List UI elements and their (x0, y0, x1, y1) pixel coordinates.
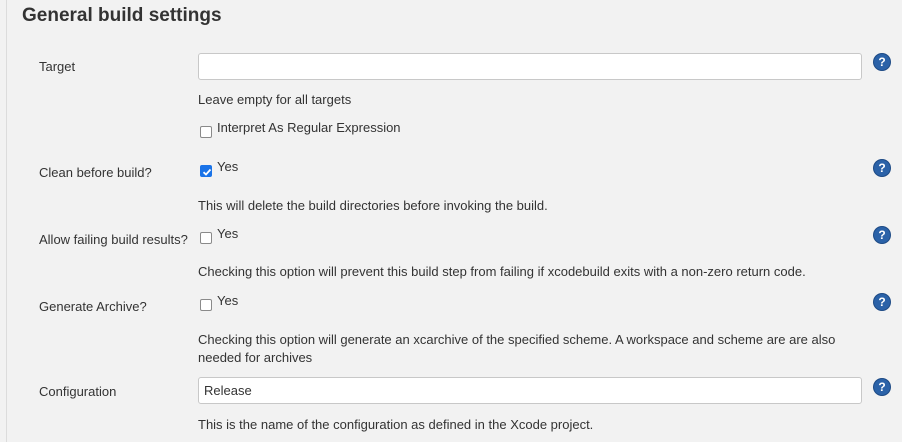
clean-option-label: Yes (217, 159, 239, 174)
archive-option-label: Yes (217, 293, 239, 308)
clean-label: Clean before build? (39, 165, 152, 180)
help-glyph: ? (878, 380, 886, 394)
help-glyph: ? (878, 161, 886, 175)
help-glyph: ? (878, 295, 886, 309)
allow-failing-label: Allow failing build results? (39, 232, 188, 247)
clean-help-text: This will delete the build directories b… (198, 198, 548, 213)
section-divider (6, 0, 7, 442)
target-input[interactable] (198, 53, 862, 80)
help-glyph: ? (878, 55, 886, 69)
configuration-input[interactable] (198, 377, 862, 404)
section-title: General build settings (22, 5, 222, 26)
configuration-help-icon[interactable]: ? (874, 379, 890, 395)
target-label: Target (39, 59, 76, 74)
archive-help-icon[interactable]: ? (874, 294, 890, 310)
archive-help-text: Checking this option will generate an xc… (198, 332, 836, 365)
help-glyph: ? (878, 228, 886, 242)
configuration-label: Configuration (39, 384, 117, 399)
clean-help-icon[interactable]: ? (874, 160, 890, 176)
archive-checkbox[interactable] (200, 299, 212, 311)
allow-failing-option-label: Yes (217, 226, 239, 241)
archive-label: Generate Archive? (39, 299, 147, 314)
allow-failing-help-text: Checking this option will prevent this b… (198, 264, 806, 279)
allow-failing-help-icon[interactable]: ? (874, 227, 890, 243)
regex-checkbox-label: Interpret As Regular Expression (217, 120, 401, 135)
target-help-icon[interactable]: ? (874, 54, 890, 70)
allow-failing-checkbox[interactable] (200, 232, 212, 244)
check-icon (202, 168, 212, 176)
configuration-help-text: This is the name of the configuration as… (198, 417, 594, 432)
clean-checkbox[interactable] (200, 165, 212, 177)
target-help-text: Leave empty for all targets (198, 92, 352, 107)
regex-checkbox[interactable] (200, 126, 212, 138)
